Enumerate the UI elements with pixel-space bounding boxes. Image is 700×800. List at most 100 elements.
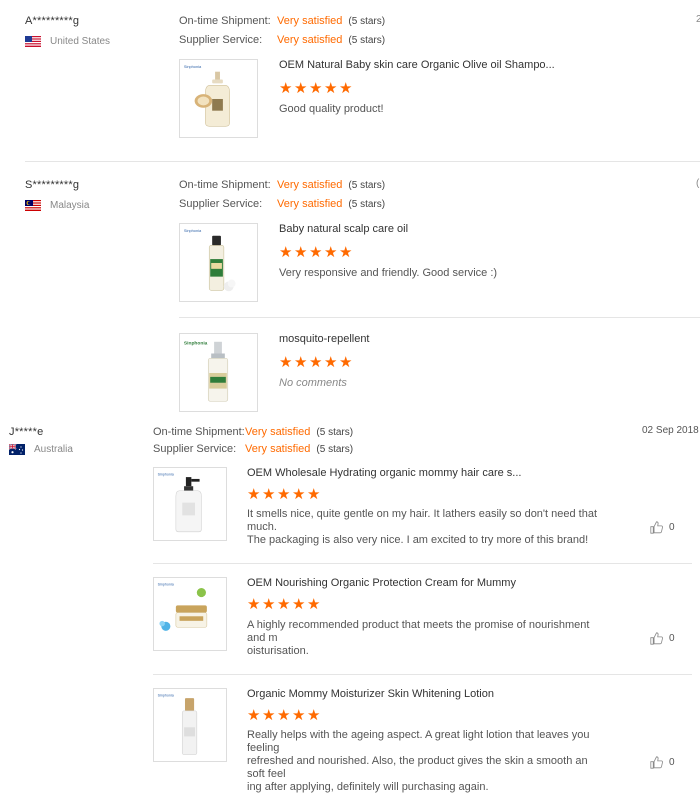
service-stars-text: (5 stars) [348, 34, 386, 46]
product-thumbnail[interactable]: Sinphonia [153, 577, 227, 651]
product-title[interactable]: OEM Wholesale Hydrating organic mommy ha… [247, 467, 521, 479]
service-label: Supplier Service: [179, 198, 263, 210]
product-thumbnail[interactable]: Sinphonia [153, 688, 227, 762]
comment-line: The packaging is also very nice. I am ex… [247, 534, 589, 546]
star-icon: ★ [292, 706, 306, 724]
shipment-stars-text: (5 stars) [316, 426, 354, 438]
star-icon: ★ [309, 353, 323, 371]
buyer-country: Australia [9, 444, 73, 455]
star-icon: ★ [262, 485, 276, 503]
star-icon: ★ [262, 706, 276, 724]
product-rating-stars: ★ ★ ★ ★ ★ [247, 595, 321, 613]
shipment-label: On-time Shipment: [153, 426, 245, 438]
service-rating: Supplier Service: Very satisfied (5 star… [153, 443, 353, 455]
comment-line: refreshed and nourished. Also, the produ… [247, 755, 588, 780]
review-comment: Really helps with the ageing aspect. A g… [247, 729, 607, 794]
service-value: Very satisfied [277, 34, 343, 46]
thumbs-up-icon [650, 632, 663, 645]
star-icon: ★ [247, 485, 261, 503]
star-icon: ★ [294, 79, 308, 97]
product-rating-stars: ★ ★ ★ ★ ★ [247, 706, 321, 724]
product-title[interactable]: OEM Nourishing Organic Protection Cream … [247, 577, 516, 589]
comment-line: ing after applying, definitely will purc… [247, 781, 489, 793]
buyer-name: A*********g [25, 15, 80, 27]
malaysia-flag-icon [25, 200, 41, 211]
service-rating: Supplier Service: Very satisfied (5 star… [179, 34, 385, 46]
service-rating: Supplier Service: Very satisfied (5 star… [179, 198, 385, 210]
shipment-value: Very satisfied [277, 179, 343, 191]
star-icon: ★ [307, 595, 321, 613]
like-button[interactable]: 0 [650, 521, 675, 534]
star-icon: ★ [277, 595, 291, 613]
svg-text:Sinphonia: Sinphonia [158, 582, 175, 586]
product-thumbnail[interactable]: Sinphonia [179, 333, 258, 412]
product-title[interactable]: mosquito-repellent [279, 333, 370, 345]
shipment-label: On-time Shipment: [179, 179, 271, 191]
product-thumbnail[interactable]: Sinphonia [179, 223, 258, 302]
review-comment: Good quality product! [279, 103, 384, 115]
star-icon: ★ [339, 243, 353, 261]
review-comment: It smells nice, quite gentle on my hair.… [247, 508, 607, 547]
us-flag-icon [25, 36, 41, 47]
comment-line: oisturisation. [247, 645, 309, 657]
star-icon: ★ [279, 353, 293, 371]
like-count: 0 [669, 633, 675, 644]
review-date: 02 Sep 2018 [642, 425, 699, 436]
star-icon: ★ [277, 706, 291, 724]
review-comment: Very responsive and friendly. Good servi… [279, 267, 498, 279]
service-value: Very satisfied [277, 198, 343, 210]
like-button[interactable]: 0 [650, 632, 675, 645]
star-icon: ★ [307, 706, 321, 724]
item-divider [153, 674, 692, 675]
comment-line: A highly recommended product that meets … [247, 619, 590, 644]
shipment-label: On-time Shipment: [179, 15, 271, 27]
star-icon: ★ [324, 353, 338, 371]
svg-text:Sinphonia: Sinphonia [158, 693, 175, 697]
buyer-country: Malaysia [25, 200, 89, 211]
like-button[interactable]: 0 [650, 756, 675, 769]
star-icon: ★ [294, 243, 308, 261]
star-icon: ★ [339, 353, 353, 371]
service-stars-text: (5 stars) [316, 443, 354, 455]
star-icon: ★ [307, 485, 321, 503]
star-icon: ★ [324, 79, 338, 97]
svg-text:Sinphonia: Sinphonia [184, 228, 202, 233]
star-icon: ★ [292, 485, 306, 503]
shipment-rating: On-time Shipment: Very satisfied (5 star… [179, 179, 385, 191]
thumbs-up-icon [650, 521, 663, 534]
review-comment: No comments [279, 377, 347, 389]
shipment-value: Very satisfied [245, 426, 311, 438]
shipment-stars-text: (5 stars) [348, 15, 386, 27]
service-label: Supplier Service: [153, 443, 237, 455]
review-divider [25, 161, 700, 162]
product-thumbnail[interactable]: Sinphonia [179, 59, 258, 138]
review-comment: A highly recommended product that meets … [247, 619, 607, 658]
star-icon: ★ [247, 706, 261, 724]
shipment-stars-text: (5 stars) [348, 179, 386, 191]
country-label: Malaysia [50, 200, 90, 211]
svg-text:Sinphonia: Sinphonia [184, 64, 202, 69]
item-divider [179, 317, 700, 318]
product-title[interactable]: OEM Natural Baby skin care Organic Olive… [279, 59, 555, 71]
shipment-value: Very satisfied [277, 15, 343, 27]
buyer-country: United States [25, 36, 110, 47]
product-title[interactable]: Organic Mommy Moisturizer Skin Whitening… [247, 688, 494, 700]
edge-mark: 2 [696, 14, 700, 25]
svg-text:Sinphonia: Sinphonia [158, 472, 175, 476]
star-icon: ★ [324, 243, 338, 261]
product-rating-stars: ★ ★ ★ ★ ★ [279, 353, 353, 371]
star-icon: ★ [309, 79, 323, 97]
shipment-rating: On-time Shipment: Very satisfied (5 star… [179, 15, 385, 27]
item-divider [153, 563, 692, 564]
product-rating-stars: ★ ★ ★ ★ ★ [279, 243, 353, 261]
product-title[interactable]: Baby natural scalp care oil [279, 223, 408, 235]
star-icon: ★ [294, 353, 308, 371]
product-rating-stars: ★ ★ ★ ★ ★ [279, 79, 353, 97]
buyer-name: S*********g [25, 179, 80, 191]
shipment-rating: On-time Shipment: Very satisfied (5 star… [153, 426, 353, 438]
thumbs-up-icon [650, 756, 663, 769]
product-thumbnail[interactable]: Sinphonia [153, 467, 227, 541]
service-stars-text: (5 stars) [348, 198, 386, 210]
star-icon: ★ [279, 79, 293, 97]
buyer-name: J*****e [9, 426, 44, 438]
